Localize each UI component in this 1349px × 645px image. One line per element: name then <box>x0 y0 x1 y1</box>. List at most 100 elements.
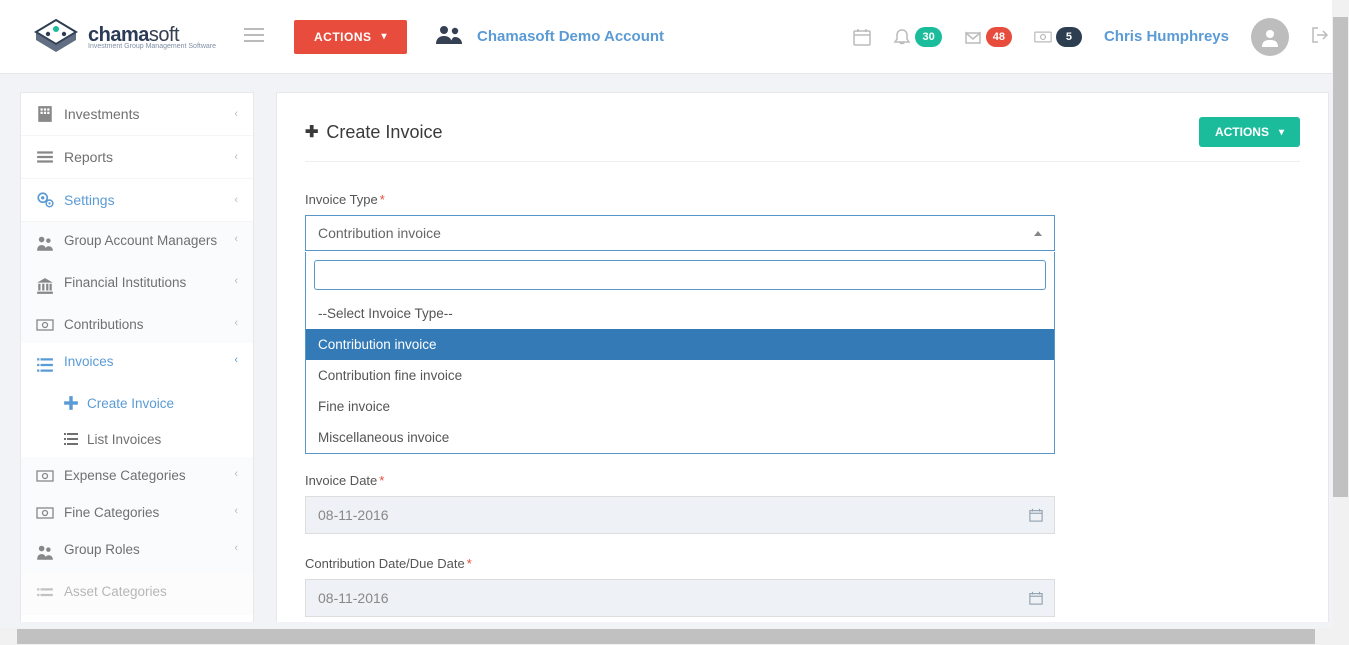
page-title: ✚ Create Invoice <box>305 122 442 143</box>
contribution-date-row: Contribution Date/Due Date* <box>305 556 1300 617</box>
plus-icon <box>63 395 79 411</box>
username-link[interactable]: Chris Humphreys <box>1104 28 1229 45</box>
chevron-left-icon: ‹ <box>234 233 238 245</box>
building-icon <box>36 105 54 123</box>
select-option-contribution[interactable]: Contribution invoice <box>306 329 1054 360</box>
nav-label: Investments <box>64 106 139 122</box>
sidebar-sub-group-roles[interactable]: Group Roles ‹ <box>21 531 253 573</box>
sidebar-sub-fine-categories[interactable]: Fine Categories ‹ <box>21 494 253 531</box>
sidebar-sub-contributions[interactable]: Contributions ‹ <box>21 306 253 343</box>
actions-label: ACTIONS <box>1215 125 1269 139</box>
sidebar-leaf-create-invoice[interactable]: Create Invoice <box>21 385 253 421</box>
nav-label: Financial Institutions <box>64 275 186 290</box>
money-icon <box>36 470 54 482</box>
select-option-fine[interactable]: Fine invoice <box>306 391 1054 422</box>
chevron-down-icon: ▾ <box>382 31 388 42</box>
avatar[interactable] <box>1251 18 1289 56</box>
group-icon <box>435 25 463 48</box>
bell-icon[interactable]: 30 <box>893 27 941 47</box>
nav-label: Expense Categories <box>64 468 186 483</box>
calendar-addon-icon[interactable] <box>1017 496 1055 534</box>
chevron-left-icon: ‹ <box>234 108 238 120</box>
select-value: Contribution invoice <box>318 225 441 241</box>
select-search-wrap <box>306 252 1054 298</box>
invoice-date-row: Invoice Date* <box>305 473 1300 534</box>
invoice-date-input[interactable] <box>305 496 1017 534</box>
notification-badge: 30 <box>915 27 941 47</box>
page-scrollbar-h[interactable] <box>0 628 1349 645</box>
select-option-misc[interactable]: Miscellaneous invoice <box>306 422 1054 453</box>
page-header: ✚ Create Invoice ACTIONS ▾ <box>305 117 1300 162</box>
sidebar-sub-expense-categories[interactable]: Expense Categories ‹ <box>21 457 253 494</box>
sidebar-item-reports[interactable]: Reports ‹ <box>21 136 253 179</box>
select-option-placeholder[interactable]: --Select Invoice Type-- <box>306 298 1054 329</box>
nav-label: Contributions <box>64 317 144 332</box>
nav-label: Invoices <box>64 354 114 369</box>
logo-icon <box>30 18 82 56</box>
money-icon <box>36 319 54 331</box>
plus-icon: ✚ <box>305 122 318 142</box>
sidebar-item-settings[interactable]: Settings ‹ <box>21 179 253 222</box>
calendar-icon[interactable] <box>853 28 871 46</box>
page-actions-button[interactable]: ACTIONS ▾ <box>1199 117 1300 147</box>
page-scrollbar[interactable] <box>1332 0 1349 628</box>
invoice-date-label: Invoice Date* <box>305 473 1300 488</box>
nav-label: Reports <box>64 149 113 165</box>
gears-icon <box>36 191 54 209</box>
chevron-left-icon: ‹ <box>234 194 238 206</box>
chevron-left-icon: ‹ <box>234 354 238 366</box>
chevron-left-icon: ‹ <box>234 542 238 554</box>
money-icon[interactable]: 5 <box>1034 27 1082 47</box>
sidebar-sub-group-managers[interactable]: Group Account Managers ‹ <box>21 222 253 264</box>
bars-icon <box>36 148 54 166</box>
select-option-contribution-fine[interactable]: Contribution fine invoice <box>306 360 1054 391</box>
wallet-badge: 5 <box>1056 27 1082 47</box>
users-icon <box>36 544 54 562</box>
envelope-icon[interactable]: 48 <box>964 27 1012 47</box>
chevron-left-icon: ‹ <box>234 317 238 329</box>
chevron-left-icon: ‹ <box>234 151 238 163</box>
content-area: Investments ‹ Reports ‹ Settings ‹ Group… <box>0 74 1349 628</box>
chevron-left-icon: ‹ <box>234 505 238 517</box>
account-name-link[interactable]: Chamasoft Demo Account <box>477 28 664 45</box>
nav-label: List Invoices <box>87 432 161 447</box>
select-dropdown: --Select Invoice Type-- Contribution inv… <box>305 252 1055 454</box>
logo[interactable]: chamasoft Investment Group Management So… <box>30 18 216 56</box>
invoice-type-select[interactable]: Contribution invoice --Select Invoice Ty… <box>305 215 1055 251</box>
nav-label: Group Account Managers <box>64 233 217 248</box>
chevron-left-icon: ‹ <box>234 468 238 480</box>
sidebar-sub-invoices[interactable]: Invoices ‹ <box>21 343 253 385</box>
logo-tagline: Investment Group Management Software <box>88 43 216 50</box>
money-icon <box>36 507 54 519</box>
logout-icon[interactable] <box>1311 26 1329 47</box>
calendar-addon-icon[interactable] <box>1017 579 1055 617</box>
invoice-type-row: Invoice Type* Contribution invoice --Sel… <box>305 192 1300 251</box>
bank-icon <box>36 277 54 295</box>
scrollbar-thumb-h[interactable] <box>17 629 1315 644</box>
sidebar-sub-asset-categories[interactable]: Asset Categories <box>21 573 253 615</box>
nav-label: Settings <box>64 192 115 208</box>
menu-toggle-icon[interactable] <box>244 28 264 45</box>
list-icon <box>36 356 54 374</box>
sidebar: Investments ‹ Reports ‹ Settings ‹ Group… <box>20 92 254 628</box>
header-actions-button[interactable]: ACTIONS ▾ <box>294 20 407 54</box>
invoice-type-label: Invoice Type* <box>305 192 1300 207</box>
sidebar-leaf-list-invoices[interactable]: List Invoices <box>21 421 253 457</box>
nav-label: Create Invoice <box>87 396 174 411</box>
list-icon <box>63 431 79 447</box>
header-right: 30 48 5 Chris Humphreys <box>853 18 1329 56</box>
sidebar-sub-financial-institutions[interactable]: Financial Institutions ‹ <box>21 264 253 306</box>
select-search-input[interactable] <box>314 260 1046 290</box>
main-panel: ✚ Create Invoice ACTIONS ▾ Invoice Type*… <box>276 92 1329 628</box>
messages-badge: 48 <box>986 27 1012 47</box>
chevron-left-icon: ‹ <box>234 275 238 287</box>
header-bar: chamasoft Investment Group Management So… <box>0 0 1349 74</box>
nav-label: Fine Categories <box>64 505 159 520</box>
nav-label: Group Roles <box>64 542 140 557</box>
sidebar-item-investments[interactable]: Investments ‹ <box>21 93 253 136</box>
scrollbar-thumb[interactable] <box>1333 17 1348 497</box>
actions-label: ACTIONS <box>314 30 372 44</box>
contribution-date-input[interactable] <box>305 579 1017 617</box>
chevron-down-icon: ▾ <box>1279 127 1284 138</box>
list-icon <box>36 586 54 604</box>
